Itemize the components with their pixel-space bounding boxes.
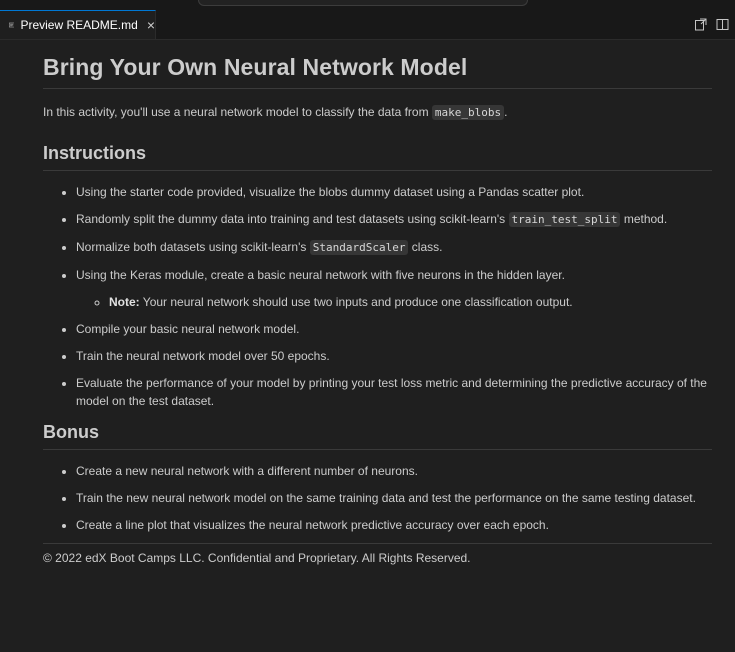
list-item-text: Using the starter code provided, visuali… <box>76 185 585 199</box>
tab-bar: Preview README.md × <box>0 10 735 40</box>
inline-code: make_blobs <box>431 105 505 120</box>
list-item-text: Compile your basic neural network model. <box>76 322 300 336</box>
bonus-list: Create a new neural network with a diffe… <box>43 462 712 534</box>
list-item: Evaluate the performance of your model b… <box>76 374 712 410</box>
list-item: Train the neural network model over 50 e… <box>76 347 712 365</box>
list-item-text: Normalize both datasets using scikit-lea… <box>76 240 310 254</box>
close-icon[interactable]: × <box>147 18 155 32</box>
list-item-text: Using the Keras module, create a basic n… <box>76 268 565 282</box>
list-item: Train the new neural network model on th… <box>76 489 712 507</box>
list-item-text: Train the neural network model over 50 e… <box>76 349 330 363</box>
command-center[interactable] <box>198 0 528 6</box>
intro-text-end: . <box>504 105 508 119</box>
list-item-text: Evaluate the performance of your model b… <box>76 376 707 408</box>
preview-icon <box>9 22 15 28</box>
editor-actions <box>694 18 729 31</box>
sub-list: Note: Your neural network should use two… <box>76 293 712 311</box>
split-editor-icon[interactable] <box>716 18 729 31</box>
title-bar <box>0 0 735 10</box>
list-item-text: Randomly split the dummy data into train… <box>76 212 509 226</box>
list-item: Create a new neural network with a diffe… <box>76 462 712 480</box>
list-item: Normalize both datasets using scikit-lea… <box>76 238 712 257</box>
sub-list-item: Note: Your neural network should use two… <box>109 293 712 311</box>
list-item: Randomly split the dummy data into train… <box>76 210 712 229</box>
instructions-heading: Instructions <box>43 143 712 171</box>
list-item: Using the starter code provided, visuali… <box>76 183 712 201</box>
inline-code: StandardScaler <box>309 240 409 255</box>
list-item-text: method. <box>620 212 668 226</box>
list-item: Create a line plot that visualizes the n… <box>76 516 712 534</box>
tab-preview-readme[interactable]: Preview README.md × <box>0 10 156 39</box>
footer-text: © 2022 edX Boot Camps LLC. Confidential … <box>43 543 712 565</box>
inline-code: train_test_split <box>508 212 621 227</box>
intro-paragraph: In this activity, you'll use a neural ne… <box>43 103 712 122</box>
intro-text: In this activity, you'll use a neural ne… <box>43 105 432 119</box>
instructions-list: Using the starter code provided, visuali… <box>43 183 712 410</box>
note-label: Note: <box>109 295 140 309</box>
bonus-heading: Bonus <box>43 422 712 450</box>
open-source-icon[interactable] <box>694 18 707 31</box>
tab-title: Preview README.md <box>20 18 138 32</box>
markdown-preview: Bring Your Own Neural Network Model In t… <box>43 40 712 565</box>
list-item: Using the Keras module, create a basic n… <box>76 266 712 311</box>
list-item: Compile your basic neural network model. <box>76 320 712 338</box>
note-text: Your neural network should use two input… <box>139 295 573 309</box>
page-title: Bring Your Own Neural Network Model <box>43 54 712 89</box>
list-item-text: class. <box>408 240 443 254</box>
